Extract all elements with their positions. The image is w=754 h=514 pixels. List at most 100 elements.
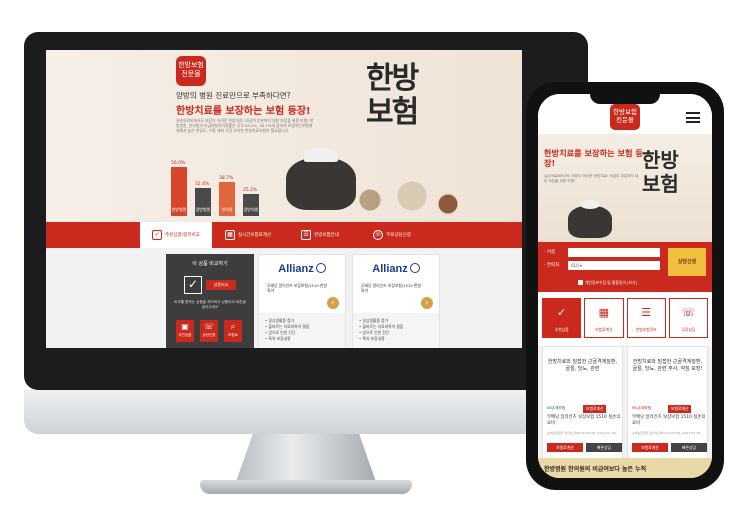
compare-consult-button[interactable]: ☏ 상담신청 [200,320,218,342]
nav-item-guide[interactable]: ☰ 한방보험안내 [284,222,356,248]
tab-label: 보험료계산 [595,327,613,332]
nav-item-label: 실시간보험료계산 [237,233,272,238]
card-product: 무배당 알리안츠 보장보험 1510 실손의료비 [632,415,706,426]
monitor-stand [236,434,376,482]
insurer-features: • 일상생활중 증가 • 올바르는 치료비특약 결합 • 암으로 인한 진단 •… [353,313,439,348]
calligraphy-line: 한방 [366,61,419,96]
document-icon: ☰ [301,230,312,240]
herbal-pot-image [568,200,612,238]
consult-form: · 이름 · 연락처 010 ▾ 상담신청 개인정보수집 및 활용동의 [보기] [538,242,712,292]
privacy-agree-label: 개인정보수집 및 활용동의 [보기] [585,280,637,285]
desktop-screen: 한방보험 전문몰 양방의 병원 진료만으로 부족하다면? 한방치료를 보장하는 … [46,50,522,348]
card-title: 한방치료와 밀접한 근골격계질환, 골절, 당뇨, 관련 주사, 약침 보장! [632,359,703,372]
phone-logo[interactable]: 한방보험 전문몰 [610,104,640,130]
phone-prefix-select[interactable]: 010 ▾ [571,263,582,268]
calligraphy-title: 한방 보험 [366,61,419,130]
feature-item: • 특약 보장내용 [265,336,291,341]
allianz-emblem-icon [315,263,326,273]
tab-label: 무료상담 [681,327,696,332]
insurer-card[interactable]: Allianz 무배당 알리안츠 보장보험/1510 한방특약 ⌕ • 일상생활… [352,254,440,348]
search-icon[interactable]: ⌕ [421,297,433,309]
quick-consult-button[interactable]: 빠른상담 [586,443,622,452]
chart-bar: 일반의원 [243,194,259,216]
allianz-logo: Allianz [259,263,345,275]
compare-icons: ▣ 추천상품 ☏ 상담신청 ⌕ 보험료 [176,320,242,342]
name-label: · 이름 [544,250,556,255]
card-meta: 손해보험협회 심의필 제2023-2034호 (2023.05.16) [632,431,702,435]
insurer-card[interactable]: Allianz 무배당 알리안츠 보장보험/1510 한방특약 ⌕ • 일상생활… [258,254,346,348]
card-buttons: 보험료계산 빠른상담 [632,443,707,452]
chart-value-label: 32.4% [195,182,210,187]
phone-hero-paragraph: 실손의료비에서도 보장이 어려운 한방치료! 비급여 부분까지 대한 보장을 위… [544,174,639,183]
desktop-cards: 이 상품 비교하기 ✓ 상품비교 비교를 원하는 상품을 체크하고 상품비교 버… [46,248,522,348]
phone-tabs: ✓ 추천상품 ▦ 보험료계산 ☰ 한방보험정보 ☏ 무료상담 [538,294,712,342]
nav-item-calculator[interactable]: ▦ 실시간보험료계산 [212,222,284,248]
hero-paragraph: 실손의료비에서도 보장이 어려운 한방치료! 비급여 부분까지 대한 보장을 위… [176,118,314,133]
insurer-features: • 일상생활중 증가 • 올바르는 치료비특약 결합 • 암으로 인한 진단 •… [259,313,345,348]
privacy-agree[interactable]: 개인정보수집 및 활용동의 [보기] [578,280,637,286]
nav-item-consult[interactable]: ☏ 무료상담신청 [356,222,428,248]
hero-question: 양방의 병원 진료만으로 부족하다면? [176,91,291,100]
chart-bar: 한의원 [219,182,235,216]
search-icon: ⌕ [230,322,236,331]
headset-icon: ☏ [373,230,384,240]
compare-recommend-button[interactable]: ▣ 추천상품 [176,320,194,342]
nav-item-label: 한방보험안내 [314,233,339,238]
checkbox[interactable] [578,280,583,285]
allianz-emblem-icon [409,263,420,273]
phone-screen: 한방보험 전문몰 한방치료를 보장하는 보험 등장! 실손의료비에서도 보장이 … [538,94,712,478]
compare-button[interactable]: 상품비교 [206,280,236,290]
herbs-image [346,176,466,216]
tab-recommend[interactable]: ✓ 추천상품 [542,298,582,338]
tab-label: 추천상품 [554,327,569,332]
card-title: 한방치료와 밀접한 근골격계질환, 골절, 당뇨, 관련 [547,359,618,372]
phone-field[interactable]: 010 ▾ [568,261,660,270]
chart-category-label: 일반병원 [195,207,211,212]
insurer-brand: Allianz [278,263,314,275]
insurer-product: 무배당 알리안츠 보장보험/1510 한방특약 [267,283,327,293]
consult-submit-button[interactable]: 상담신청 [668,248,706,276]
monitor-stand-base [200,480,412,494]
card-product: 무배당 알리안츠 보장보험 1510 실손의료비 [547,415,621,426]
grid-icon: ▣ [181,322,189,331]
chart-bar: 한방병원 [171,167,187,216]
calculator-icon: ▦ [598,306,610,319]
chart-value-label: 56.0% [171,161,186,166]
calligraphy-line: 한방 [642,148,679,172]
calc-button[interactable]: 보험료계산 [547,443,583,452]
chart-value-label: 38.7% [219,176,234,181]
monitor-chin [24,390,588,434]
headset-icon: ☏ [681,306,696,319]
phone-hero: 한방치료를 보장하는 보험 등장! 실손의료비에서도 보장이 어려운 한방치료!… [538,134,712,242]
compare-price-button[interactable]: ⌕ 보험료 [224,320,242,342]
name-field[interactable] [568,248,660,257]
tab-info[interactable]: ☰ 한방보험정보 [626,298,666,338]
chart-value-label: 25.2% [243,188,258,193]
check-icon: ✓ [152,230,163,240]
compare-icon-label: 상담신청 [202,333,216,337]
phone-icon: ☏ [203,322,214,331]
tab-label: 한방보험정보 [635,327,657,332]
hamburger-menu-icon[interactable] [686,112,700,123]
phone-label: · 연락처 [544,263,560,268]
quick-consult-button[interactable]: 빠른상담 [671,443,707,452]
check-icon[interactable]: ✓ [184,276,202,294]
calc-button[interactable]: 보험료계산 [632,443,668,452]
desktop-logo[interactable]: 한방보험 전문몰 [176,56,206,86]
calc-badge[interactable]: 보험료계산 [583,405,607,413]
insurer-product: 무배당 알리안츠 보장보험/1510 한방특약 [361,283,421,293]
tab-calculator[interactable]: ▦ 보험료계산 [584,298,624,338]
phone-calligraphy: 한방 보험 [642,148,679,196]
nav-item-label: 추천상품/항목비교 [165,233,200,238]
insurer-brand: Allianz [372,263,408,275]
company-logo: MG손해보험 [632,406,652,410]
calc-badge[interactable]: 보험료계산 [668,405,692,413]
nav-item-recommend[interactable]: ✓ 추천상품/항목비교 [140,222,212,248]
allianz-logo: Allianz [353,263,439,275]
search-icon[interactable]: ⌕ [327,297,339,309]
compare-icon-label: 추천상품 [178,333,192,337]
company-logo: KB손해보험 [547,406,566,410]
compare-text: 비교를 원하는 상품을 체크하고 상품비교 버튼을 눌러주세요 [174,300,246,309]
compare-panel: 이 상품 비교하기 ✓ 상품비교 비교를 원하는 상품을 체크하고 상품비교 버… [166,254,254,348]
tab-consult[interactable]: ☏ 무료상담 [668,298,708,338]
